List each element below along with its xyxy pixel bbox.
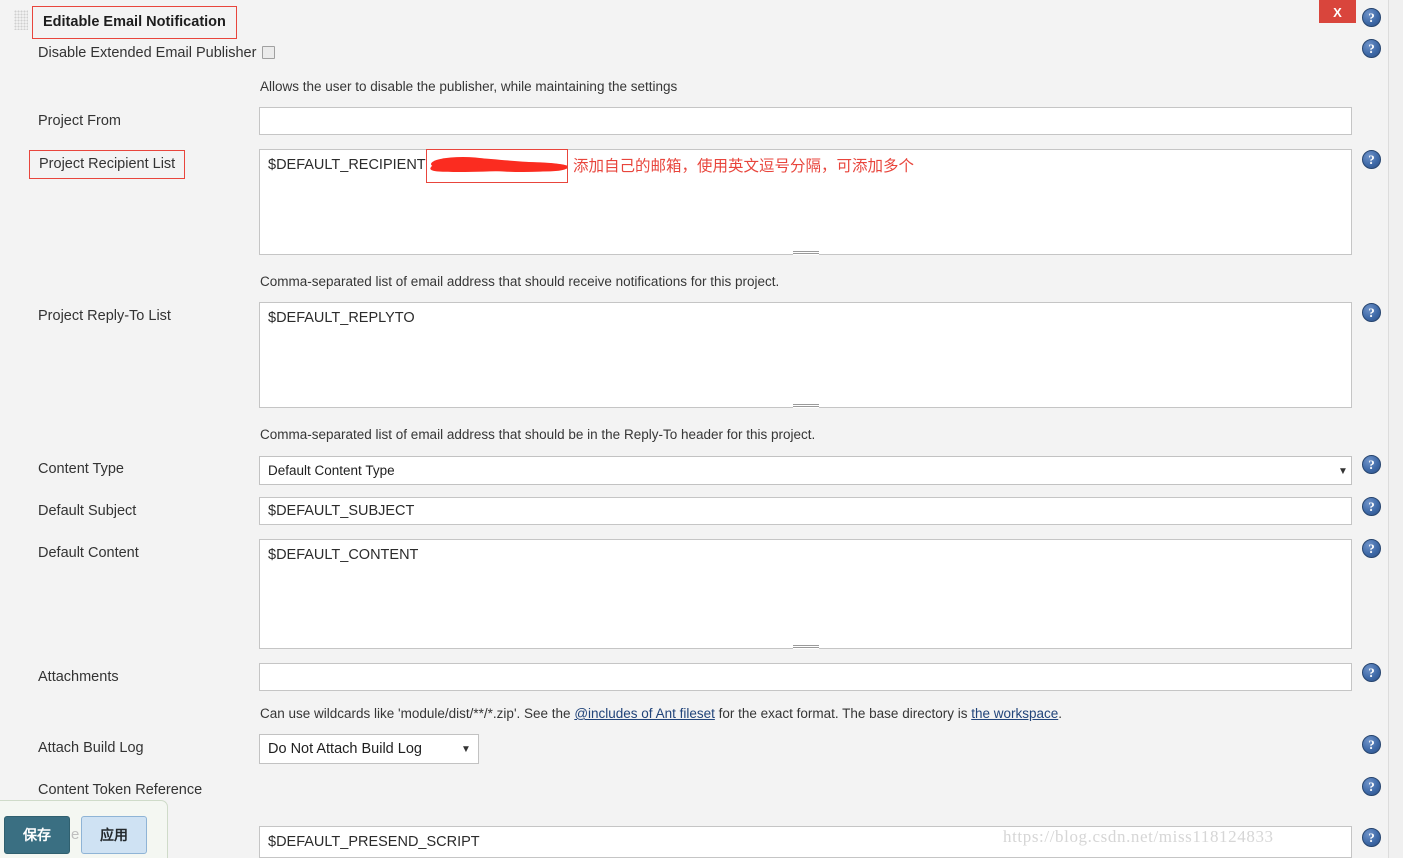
help-icon-attachments[interactable]: ? [1362,663,1381,682]
page-right-gutter [1389,0,1403,858]
help-icon-content-token-reference[interactable]: ? [1362,777,1381,796]
attach-build-log-select[interactable]: Do Not Attach Build Log [259,734,479,764]
label-attachments: Attachments [38,669,119,685]
link-the-workspace[interactable]: the workspace [971,706,1058,721]
attachments-input[interactable] [259,663,1352,691]
redaction-brush-stroke [430,157,567,172]
close-button[interactable]: X [1319,0,1356,23]
label-content-type: Content Type [38,461,124,477]
redacted-email-annotation-box [426,149,568,183]
label-project-recipient-list: Project Recipient List [29,150,186,179]
label-project-reply-to-list: Project Reply-To List [38,308,171,324]
link-ant-fileset[interactable]: @includes of Ant fileset [574,706,715,721]
label-project-from: Project From [38,113,121,129]
default-content-textarea[interactable]: $DEFAULT_CONTENT [259,539,1352,649]
label-content-token-reference: Content Token Reference [38,782,203,798]
help-icon-content-type[interactable]: ? [1362,455,1381,474]
project-recipient-list-resize-grip[interactable] [793,250,819,255]
desc-attachments-post: . [1058,706,1063,721]
project-reply-to-list-textarea[interactable]: $DEFAULT_REPLYTO [259,302,1352,408]
drag-handle-icon[interactable] [14,10,28,30]
disable-extended-email-publisher-checkbox[interactable] [262,46,275,59]
desc-project-recipient-list: Comma-separated list of email address th… [260,274,780,289]
help-icon-attach-build-log[interactable]: ? [1362,735,1381,754]
apply-button[interactable]: 应用 [81,816,147,854]
obscured-text-fragment: e [71,826,80,843]
save-button[interactable]: 保存 [4,816,70,854]
chinese-annotation-recipient-list: 添加自己的邮箱，使用英文逗号分隔，可添加多个 [573,157,915,175]
help-icon-project-reply-to-list[interactable]: ? [1362,303,1381,322]
section-title: Editable Email Notification [32,6,237,39]
project-from-input[interactable] [259,107,1352,135]
project-reply-to-list-resize-grip[interactable] [793,403,819,408]
help-icon-default-content[interactable]: ? [1362,539,1381,558]
settings-page: X Editable Email Notification Disable Ex… [0,0,1403,858]
help-icon-default-subject[interactable]: ? [1362,497,1381,516]
default-content-resize-grip[interactable] [793,644,819,649]
desc-attachments-mid: for the exact format. The base directory… [714,706,972,721]
desc-project-reply-to-list: Comma-separated list of email address th… [260,427,816,442]
desc-attachments: Can use wildcards like 'module/dist/**/*… [260,706,1062,721]
label-disable-extended-email-publisher: Disable Extended Email Publisher [38,45,257,61]
page-right-divider [1388,0,1389,858]
help-icon-presend-script[interactable]: ? [1362,828,1381,847]
content-type-select[interactable]: Default Content Type [259,456,1352,485]
desc-attachments-pre: Can use wildcards like 'module/dist/**/*… [260,706,575,721]
label-default-subject: Default Subject [38,503,137,519]
presend-script-input[interactable] [259,826,1352,858]
default-subject-input[interactable] [259,497,1352,525]
help-icon-section[interactable]: ? [1362,8,1381,27]
help-icon-disable-publisher[interactable]: ? [1362,39,1381,58]
desc-disable-publisher: Allows the user to disable the publisher… [260,79,678,94]
label-attach-build-log: Attach Build Log [38,740,144,756]
help-icon-project-recipient-list[interactable]: ? [1362,150,1381,169]
label-default-content: Default Content [38,545,139,561]
